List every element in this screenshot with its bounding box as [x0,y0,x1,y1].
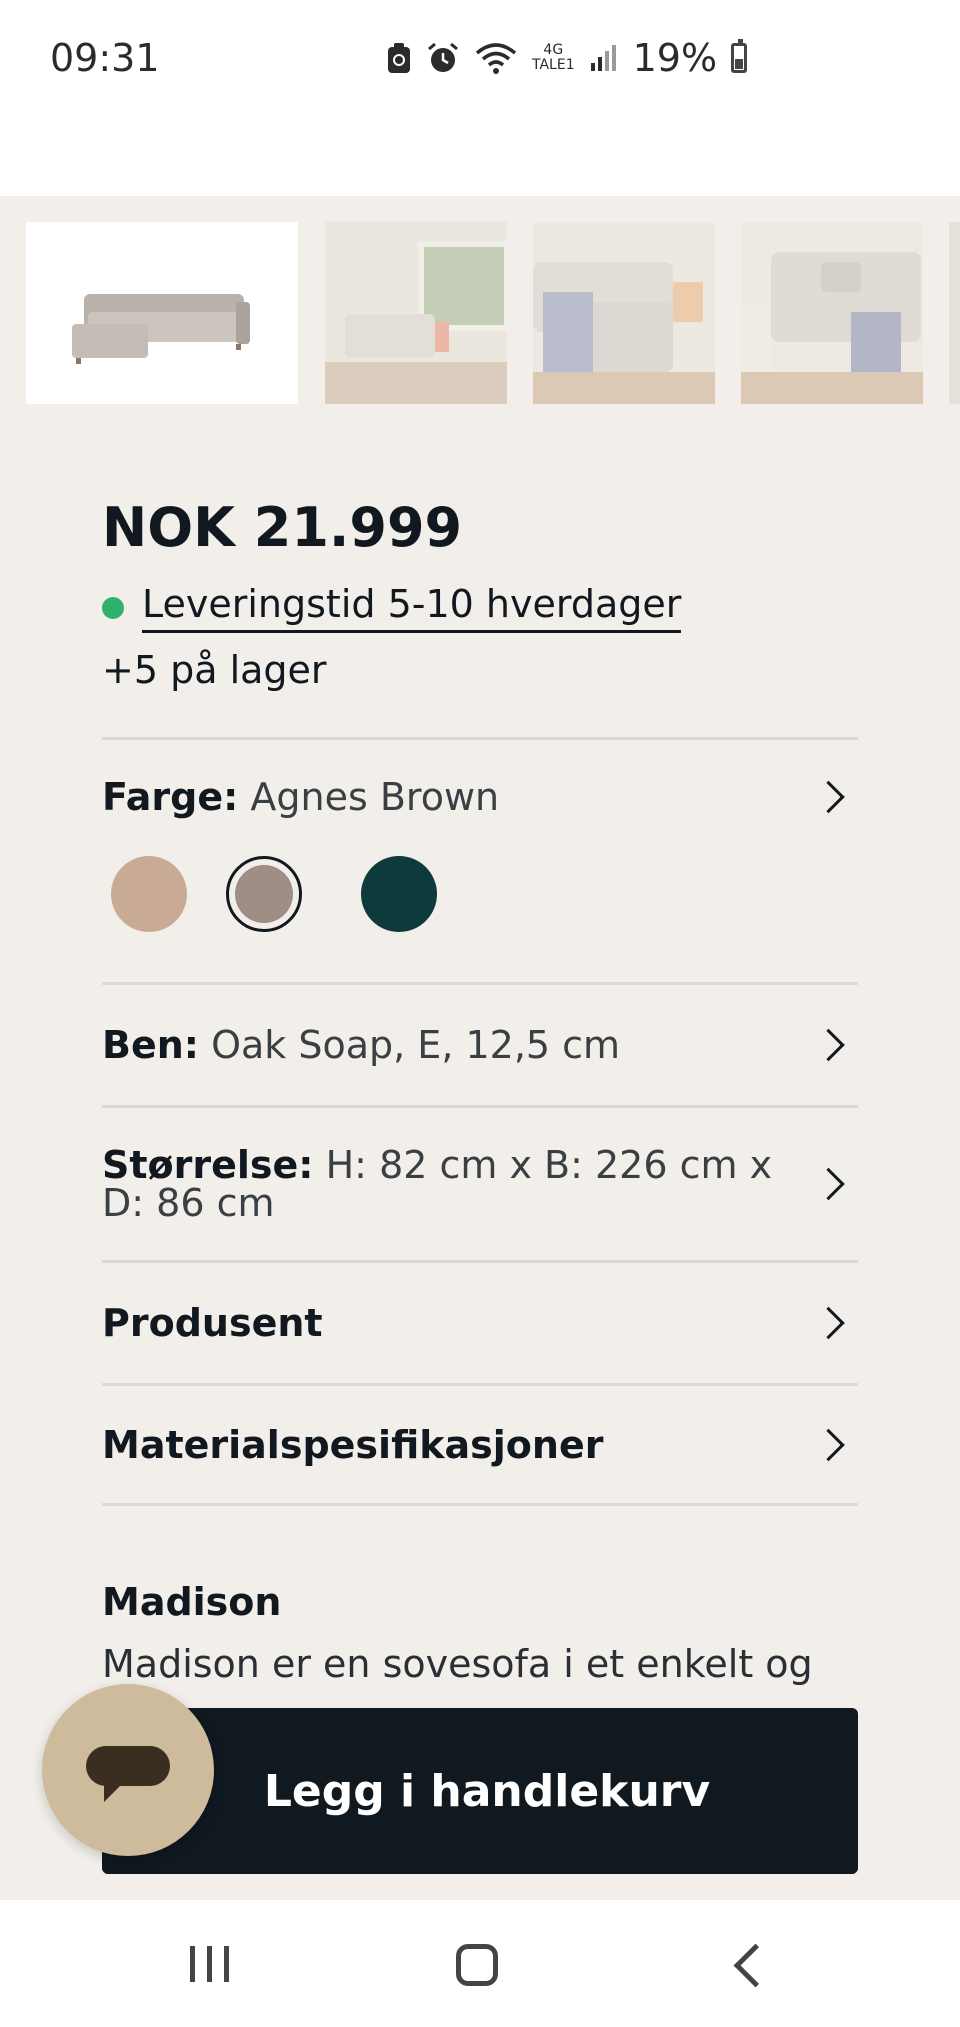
network-type: 4G TALE1 [532,43,575,73]
chat-bubble-icon [86,1746,170,1802]
battery-icon [731,39,748,73]
signal-icon [590,45,616,71]
recents-icon[interactable] [190,1946,229,1982]
chevron-right-icon [812,1306,845,1340]
legs-option-row[interactable]: Ben: Oak Soap, E, 12,5 cm [102,985,858,1105]
description-title: Madison [102,1580,282,1624]
divider [102,737,858,740]
back-icon[interactable] [733,1943,778,1988]
delivery-time-link[interactable]: Leveringstid 5-10 hverdager [142,582,682,633]
manufacturer-row[interactable]: Produsent [102,1263,858,1383]
gallery-thumb-sofa[interactable] [26,222,298,404]
swatch-beige[interactable] [111,856,187,932]
legs-label: Ben: [102,1023,199,1067]
network-label: 4G [543,42,564,58]
battery-percent: 19% [632,36,718,80]
manufacturer-label: Produsent [102,1301,323,1345]
product-gallery [0,222,960,404]
gallery-thumb-closeup[interactable] [533,222,715,404]
color-option-row[interactable]: Farge: Agnes Brown [102,752,858,842]
network-sub-label: TALE1 [532,57,575,73]
status-time: 09:31 [50,36,160,80]
cushions-photo [741,222,923,404]
status-icons: 4G TALE1 19% [386,36,748,80]
chevron-right-icon [812,1028,845,1062]
gallery-thumb-partial[interactable] [949,222,960,404]
add-to-cart-button[interactable]: Legg i handlekurv [102,1708,858,1874]
home-icon[interactable] [456,1944,498,1986]
color-label: Farge: [102,775,239,819]
chevron-right-icon [812,780,845,814]
closeup-photo [533,222,715,404]
gallery-thumb-cushions[interactable] [741,222,923,404]
swatch-agnes-brown-fill [235,865,293,923]
materials-label: Materialspesifikasjoner [102,1423,604,1467]
system-nav-bar [0,1900,960,2027]
chevron-right-icon [812,1428,845,1462]
legs-value: Oak Soap, E, 12,5 cm [211,1023,621,1067]
chevron-right-icon [812,1167,845,1201]
swatch-agnes-brown[interactable] [226,856,302,932]
materials-row[interactable]: Materialspesifikasjoner [102,1386,858,1504]
swatch-dark-teal[interactable] [361,856,437,932]
delivery-info: Leveringstid 5-10 hverdager [102,582,682,633]
alarm-icon [428,42,458,72]
color-value: Agnes Brown [250,775,500,819]
product-price: NOK 21.999 [102,496,463,559]
description-text: Madison er en sovesofa i et enkelt og [102,1642,813,1686]
screenshot-icon [388,43,410,73]
stock-status: +5 på lager [102,648,327,692]
wifi-icon [475,43,517,74]
availability-dot [102,596,124,619]
sofa-image [72,294,250,364]
divider [102,1503,858,1506]
size-option-row[interactable]: Størrelse: H: 82 cm x B: 226 cm x D: 86 … [102,1108,858,1260]
livingroom-photo [325,222,507,404]
gallery-thumb-livingroom[interactable] [325,222,507,404]
status-bar: 09:31 4G TALE1 19% [0,0,960,196]
chat-button[interactable] [42,1684,214,1856]
